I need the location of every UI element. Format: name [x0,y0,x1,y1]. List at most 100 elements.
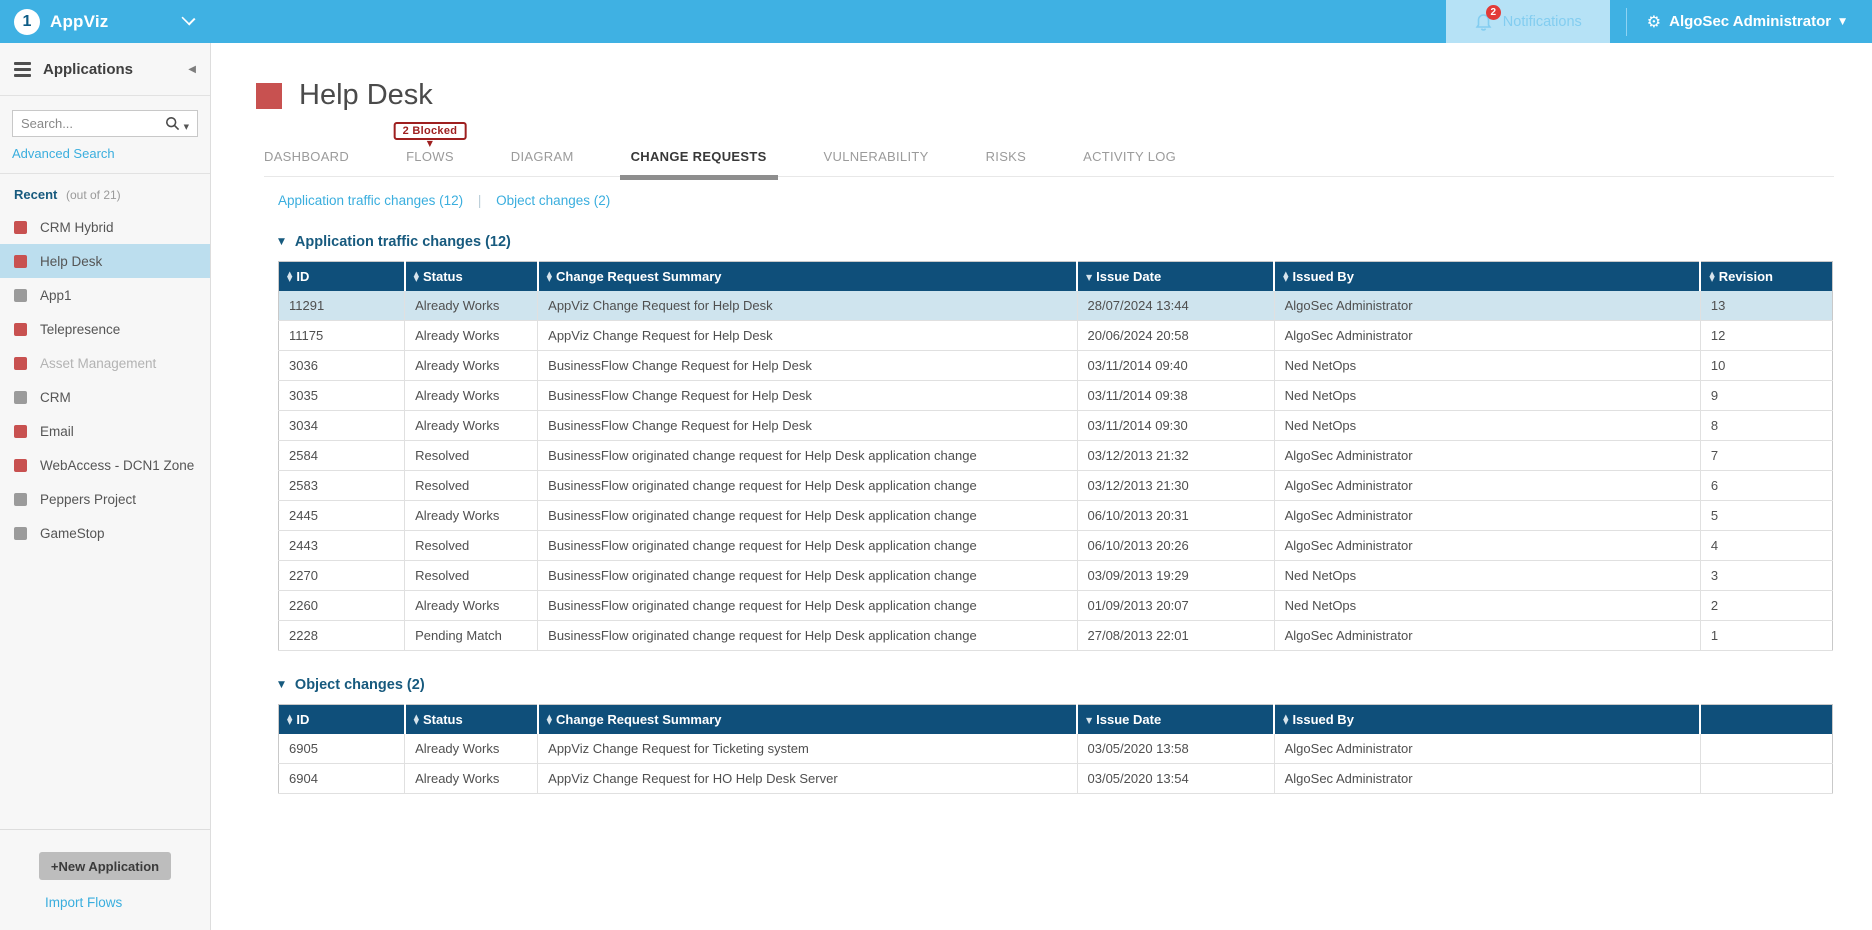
sidebar-item-peppers-project[interactable]: Peppers Project [0,482,210,516]
sidebar-item-email[interactable]: Email [0,414,210,448]
column-header-issued-by[interactable]: Issued By [1274,262,1700,291]
cell-issue-date: 06/10/2013 20:31 [1077,501,1274,531]
quicklinks: Application traffic changes (12) | Objec… [278,193,1872,208]
new-application-label: New Application [58,859,159,874]
table-row[interactable]: 11175Already WorksAppViz Change Request … [279,321,1833,351]
cell-issued-by: AlgoSec Administrator [1274,531,1700,561]
sidebar-item-webaccess-dcn1-zone[interactable]: WebAccess - DCN1 Zone [0,448,210,482]
notifications-button[interactable]: 2 Notifications [1446,0,1610,43]
tab-label: DIAGRAM [511,149,574,164]
app-switcher-chevron-icon[interactable] [181,11,195,25]
sidebar-item-app1[interactable]: App1 [0,278,210,312]
cell-id: 2584 [279,441,405,471]
quicklink-object-changes[interactable]: Object changes (2) [496,193,610,208]
sidebar-collapse-icon[interactable]: ◀ [188,64,196,75]
cell-issue-date: 03/12/2013 21:32 [1077,441,1274,471]
table-header-row: IDStatusChange Request Summary Issue Date… [279,705,1833,734]
table-row[interactable]: 3035Already WorksBusinessFlow Change Req… [279,381,1833,411]
table-row[interactable]: 3036Already WorksBusinessFlow Change Req… [279,351,1833,381]
brand: 1 AppViz [0,0,194,43]
table-row[interactable]: 2445Already WorksBusinessFlow originated… [279,501,1833,531]
search-icon[interactable] [165,116,180,131]
tab-change-requests[interactable]: CHANGE REQUESTS [631,149,767,164]
table-row[interactable]: 3034Already WorksBusinessFlow Change Req… [279,411,1833,441]
sidebar-item-telepresence[interactable]: Telepresence [0,312,210,346]
column-header-label: Issue Date [1096,712,1161,727]
sidebar-item-crm[interactable]: CRM [0,380,210,414]
cell-change-request-summary: BusinessFlow originated change request f… [538,501,1077,531]
table-row[interactable]: 6904Already WorksAppViz Change Request f… [279,764,1833,794]
sidebar-item-label: Asset Management [40,356,156,371]
cell-status: Already Works [405,764,538,794]
cell-empty [1700,734,1832,764]
application-square-icon [14,255,27,268]
column-header-status[interactable]: Status [405,262,538,291]
sort-desc-icon [1086,275,1092,281]
table-row[interactable]: 2270ResolvedBusinessFlow originated chan… [279,561,1833,591]
cell-id: 2270 [279,561,405,591]
app-screen: 1 AppViz 2 Notifications ⚙ AlgoSec Admin… [0,0,1872,930]
tab-activity-log[interactable]: ACTIVITY LOG [1083,149,1176,164]
tab-bar: DASHBOARD FLOWS2 Blocked DIAGRAM CHANGE REQ… [264,149,1834,177]
sort-icon [547,715,552,726]
column-header-label: Issue Date [1096,269,1161,284]
table-row[interactable]: 2443ResolvedBusinessFlow originated chan… [279,531,1833,561]
column-header-label: ID [296,269,309,284]
cell-status: Already Works [405,351,538,381]
sidebar-item-label: Help Desk [40,254,102,269]
cell-revision: 1 [1700,621,1832,651]
column-header-issue-date[interactable]: Issue Date [1077,262,1274,291]
sidebar-item-crm-hybrid[interactable]: CRM Hybrid [0,210,210,244]
cell-issued-by: AlgoSec Administrator [1274,471,1700,501]
sidebar-item-help-desk[interactable]: Help Desk [0,244,210,278]
cell-revision: 3 [1700,561,1832,591]
cell-issue-date: 03/09/2013 19:29 [1077,561,1274,591]
sidebar-item-asset-management[interactable]: Asset Management [0,346,210,380]
table-row[interactable]: 2228Pending MatchBusinessFlow originated… [279,621,1833,651]
application-traffic-changes-table: ID Status Change Request Summary Issue Date… [278,261,1833,651]
search-input[interactable] [21,116,161,131]
column-header-id[interactable]: ID [279,262,405,291]
tab-flows[interactable]: FLOWS2 Blocked [406,149,454,164]
table-row[interactable]: 2260Already WorksBusinessFlow originated… [279,591,1833,621]
new-application-button[interactable]: +New Application [39,852,171,880]
application-square-icon [14,221,27,234]
sidebar-item-gamestop[interactable]: GameStop [0,516,210,550]
table-row[interactable]: 2584ResolvedBusinessFlow originated chan… [279,441,1833,471]
import-flows-link[interactable]: Import Flows [45,895,122,910]
tab-vulnerability[interactable]: VULNERABILITY [824,149,929,164]
sidebar-footer: +New Application Import Flows [0,829,210,930]
column-header-issue-date[interactable]: Issue Date [1077,705,1274,734]
collapse-triangle-icon[interactable]: ▼ [278,237,285,247]
table-row[interactable]: 2583ResolvedBusinessFlow originated chan… [279,471,1833,501]
tab-diagram[interactable]: DIAGRAM [511,149,574,164]
cell-status: Pending Match [405,621,538,651]
application-square-icon [14,493,27,506]
column-header-change-request-summary[interactable]: Change Request Summary [538,705,1077,734]
notifications-label: Notifications [1503,14,1582,30]
search-options-caret-icon[interactable]: ▼ [184,123,189,131]
column-header-id[interactable]: ID [279,705,405,734]
quicklink-application-traffic-changes[interactable]: Application traffic changes (12) [278,193,463,208]
collapse-triangle-icon[interactable]: ▼ [278,680,285,690]
column-header-revision[interactable]: Revision [1700,262,1832,291]
user-menu[interactable]: ⚙ AlgoSec Administrator ▼ [1627,12,1872,31]
tab-dashboard[interactable]: DASHBOARD [264,149,349,164]
recent-header: Recent (out of 21) [0,174,210,206]
column-header-status[interactable]: Status [405,705,538,734]
column-header-label: Change Request Summary [556,269,721,284]
table-row[interactable]: 6905Already WorksAppViz Change Request f… [279,734,1833,764]
advanced-search-link[interactable]: Advanced Search [12,146,115,161]
column-header-change-request-summary[interactable]: Change Request Summary [538,262,1077,291]
column-header-issued-by[interactable]: Issued By [1274,705,1700,734]
sidebar-item-label: CRM Hybrid [40,220,114,235]
hamburger-menu-icon[interactable] [14,62,31,77]
tab-label: ACTIVITY LOG [1083,149,1176,164]
cell-issue-date: 03/11/2014 09:38 [1077,381,1274,411]
tab-risks[interactable]: RISKS [986,149,1027,164]
cell-issued-by: AlgoSec Administrator [1274,501,1700,531]
cell-issue-date: 03/05/2020 13:54 [1077,764,1274,794]
sort-icon [414,715,419,726]
column-header-empty[interactable] [1700,705,1832,734]
table-row[interactable]: 11291Already WorksAppViz Change Request … [279,291,1833,321]
